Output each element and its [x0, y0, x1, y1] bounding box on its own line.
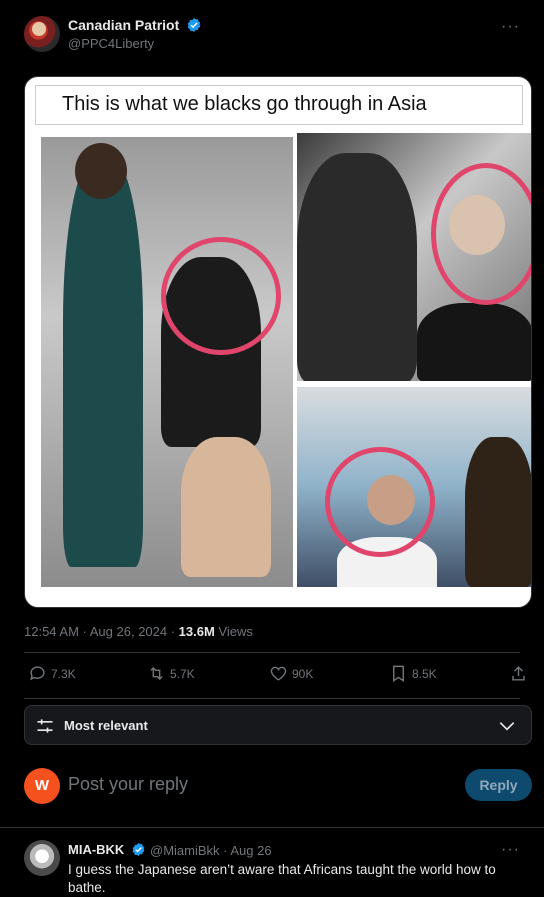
share-icon — [512, 666, 525, 681]
divider-top — [24, 652, 520, 653]
author-handle[interactable]: @PPC4Liberty — [68, 36, 154, 51]
reply-button[interactable]: Reply — [465, 769, 532, 801]
views-count: 13.6M — [178, 624, 215, 639]
current-user-avatar[interactable]: W — [24, 768, 60, 804]
share-action[interactable] — [509, 664, 528, 683]
repost-count: 5.7K — [170, 666, 195, 681]
like-count: 90K — [292, 666, 314, 681]
repost-icon — [150, 666, 163, 681]
reply-action[interactable]: 7.3K — [28, 664, 76, 683]
repost-action[interactable]: 5.7K — [147, 664, 195, 683]
verified-badge-icon — [132, 842, 145, 857]
divider-comments — [0, 827, 544, 828]
verified-badge-icon — [187, 18, 201, 32]
action-bar: 7.3K 5.7K 90K 8.5K — [24, 664, 528, 690]
post-meta: 12:54 AM · Aug 26, 2024 · 13.6M Views — [24, 624, 253, 639]
image-caption-text: This is what we blacks go through in Asi… — [35, 85, 523, 125]
image-panel-left — [41, 137, 293, 587]
author-name-row[interactable]: Canadian Patriot — [68, 17, 202, 33]
post-image[interactable]: This is what we blacks go through in Asi… — [24, 76, 532, 608]
like-action[interactable]: 90K — [269, 664, 313, 683]
bookmark-action[interactable]: 8.5K — [389, 664, 437, 683]
author-avatar[interactable] — [24, 16, 60, 52]
heart-icon — [270, 666, 287, 681]
commenter-handle-date[interactable]: @MiamiBkk · Aug 26 — [150, 843, 272, 858]
divider-bottom — [24, 698, 520, 699]
commenter-name[interactable]: MIA-BKK — [68, 842, 124, 857]
sort-label: Most relevant — [64, 718, 148, 733]
sliders-icon — [37, 719, 53, 733]
reply-input[interactable]: Post your reply — [68, 774, 188, 795]
comment-text: I guess the Japanese aren’t aware that A… — [68, 862, 496, 895]
comment-more-options-icon[interactable]: ··· — [501, 841, 520, 859]
post-header: Canadian Patriot @PPC4Liberty ··· — [24, 16, 520, 56]
post-timestamp[interactable]: 12:54 AM · Aug 26, 2024 · — [24, 624, 179, 639]
image-panel-top-right — [297, 133, 531, 381]
reply-icon — [30, 666, 45, 681]
image-panel-bottom-right — [297, 387, 531, 587]
commenter-name-row[interactable]: MIA-BKK — [68, 842, 146, 857]
more-options-icon[interactable]: ··· — [501, 18, 520, 36]
bookmark-count: 8.5K — [412, 666, 437, 681]
views-label: Views — [214, 624, 253, 639]
author-name[interactable]: Canadian Patriot — [68, 17, 179, 33]
sort-replies-dropdown[interactable]: Most relevant — [24, 705, 532, 745]
commenter-avatar[interactable] — [24, 840, 60, 876]
chevron-down-icon — [499, 722, 515, 731]
bookmark-icon — [393, 665, 404, 682]
reply-count: 7.3K — [51, 666, 76, 681]
